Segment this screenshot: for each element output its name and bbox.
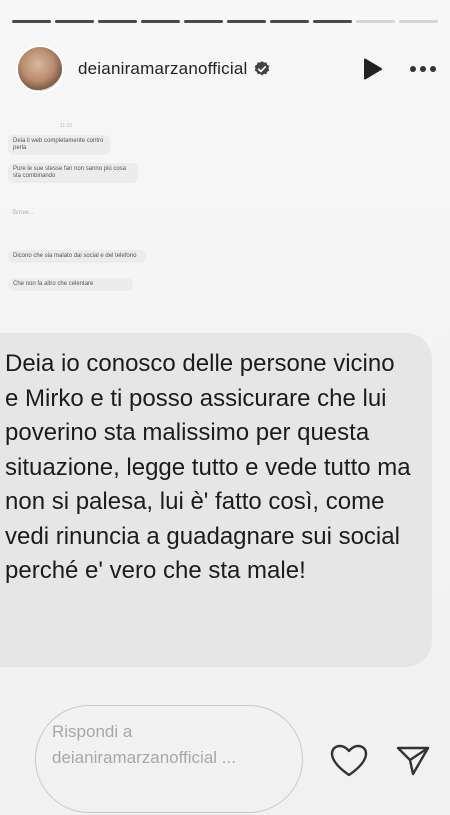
chat-screenshot: 11:02 Deia il web completamente contro p…	[0, 115, 165, 320]
message-bubble: Deia io conosco delle persone vicino e M…	[0, 333, 432, 667]
play-icon	[364, 58, 382, 80]
more-options-icon	[420, 66, 426, 72]
more-options-icon	[410, 66, 416, 72]
progress-segment	[141, 20, 180, 23]
heart-icon[interactable]	[330, 744, 368, 778]
message-text: Deia io conosco delle persone vicino e M…	[5, 350, 411, 584]
chat-bubble: Deia il web completamente contro perla	[8, 135, 110, 155]
progress-segment	[12, 20, 51, 23]
typing-indicator: Scrive...	[12, 210, 34, 216]
reply-input[interactable]: Rispondi a deianiramarzanofficial ...	[35, 705, 303, 813]
chat-bubble: Che non fa altro che celentare	[8, 278, 133, 291]
more-options-icon	[430, 66, 436, 72]
username[interactable]: deianiramarzanofficial	[78, 59, 247, 79]
story-footer: Rispondi a deianiramarzanofficial ...	[0, 700, 450, 815]
progress-segment	[184, 20, 223, 23]
progress-segment	[270, 20, 309, 23]
chat-time: 11:02	[60, 123, 73, 129]
progress-segment	[399, 20, 438, 23]
chat-bubble: Pure le sue stesse fan non sanno più cos…	[8, 163, 138, 183]
send-icon[interactable]	[395, 743, 431, 779]
progress-segment	[313, 20, 352, 23]
verified-badge-icon	[255, 61, 270, 76]
play-button[interactable]	[360, 56, 386, 82]
more-options-button[interactable]	[410, 66, 436, 72]
story-header: deianiramarzanofficial	[16, 42, 436, 96]
progress-segment	[98, 20, 137, 23]
story-progress-bar	[12, 20, 438, 23]
progress-segment	[356, 20, 395, 23]
progress-segment	[227, 20, 266, 23]
avatar[interactable]	[16, 45, 64, 93]
story-viewer: deianiramarzanofficial 11:02 Deia il web…	[0, 0, 450, 815]
header-actions	[360, 56, 436, 82]
chat-bubble: Dicono che sia malato dai social e del t…	[8, 250, 146, 263]
progress-segment	[55, 20, 94, 23]
